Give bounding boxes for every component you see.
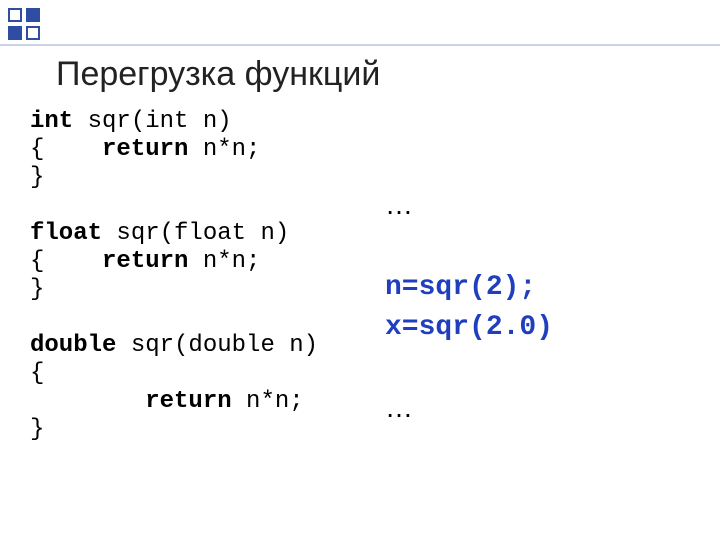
ellipsis: … [385,189,413,220]
keyword-return: return [145,388,231,415]
keyword-int: int [30,108,73,135]
fn2-close: } [30,276,44,303]
fn2-open: { [30,248,102,275]
keyword-return: return [102,248,188,275]
fn1-sig: sqr(int n) [73,108,231,135]
fn2-expr: n*n; [188,248,260,275]
fn3-expr: n*n; [232,388,304,415]
fn3-sig: sqr(double n) [116,332,318,359]
fn2-sig: sqr(float n) [102,220,289,247]
decorative-squares [6,6,42,42]
fn1-expr: n*n; [188,136,260,163]
top-rule [0,44,720,46]
slide: Перегрузка функций int sqr(int n) { retu… [0,0,720,540]
code-block-left: int sqr(int n) { return n*n; } float sqr… [30,108,318,444]
fn3-open: { [30,360,44,387]
fn1-close: } [30,164,44,191]
keyword-return: return [102,136,188,163]
ellipsis: … [385,392,413,423]
keyword-float: float [30,220,102,247]
slide-title: Перегрузка функций [56,55,380,94]
fn3-close: } [30,416,44,443]
fn3-indent [30,388,145,415]
code-block-right: … n=sqr(2); x=sqr(2.0) … [385,185,553,431]
keyword-double: double [30,332,116,359]
call-line-2: x=sqr(2.0) [385,312,553,343]
fn1-open: { [30,136,102,163]
call-line-1: n=sqr(2); [385,272,536,303]
